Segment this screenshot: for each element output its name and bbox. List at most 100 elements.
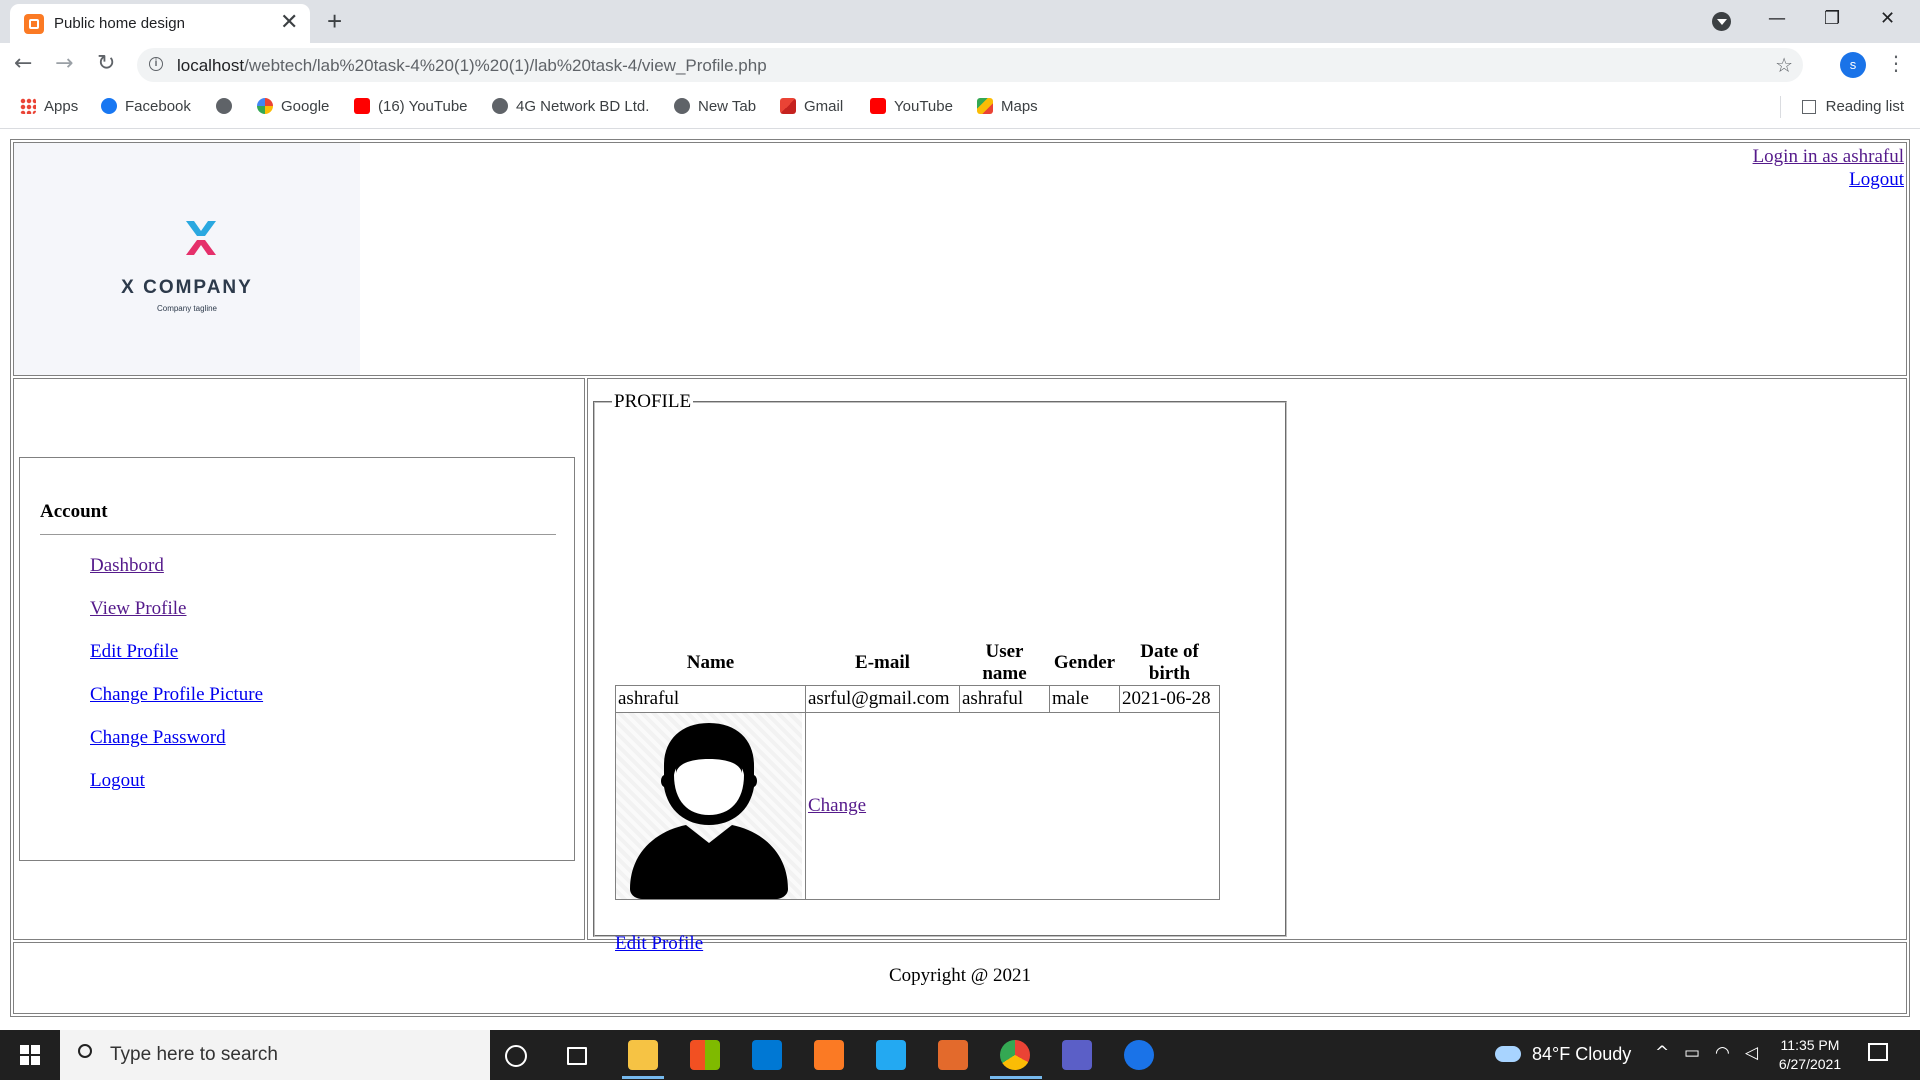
globe-icon xyxy=(216,98,232,114)
cortana-icon[interactable] xyxy=(505,1045,527,1067)
table-row: ashraful asrful@gmail.com ashraful male … xyxy=(615,685,1220,713)
browser-tab-strip: Public home design ✕ + — ❐ ✕ xyxy=(0,0,1920,43)
taskbar-clock[interactable]: 11:35 PM 6/27/2021 xyxy=(1770,1036,1850,1074)
file-explorer-icon[interactable] xyxy=(628,1040,658,1070)
profile-edit-link[interactable]: Edit Profile xyxy=(615,933,703,955)
table-row: Change xyxy=(615,712,1220,900)
forward-button[interactable]: → xyxy=(55,51,73,77)
cell-dob: 2021-06-28 xyxy=(1119,685,1220,713)
chrome-icon[interactable] xyxy=(1000,1040,1030,1070)
page-content: X COMPANY Company tagline Login in as as… xyxy=(0,129,1920,1030)
cell-name: ashraful xyxy=(615,685,806,713)
user-links: Login in as ashraful Logout xyxy=(1753,145,1904,191)
change-profile-picture-link[interactable]: Change Profile Picture xyxy=(90,684,263,705)
list-item: Logout xyxy=(90,770,263,813)
browser-tab[interactable]: Public home design ✕ xyxy=(10,4,310,43)
google-icon xyxy=(257,98,273,114)
weather-text[interactable]: 84°F Cloudy xyxy=(1532,1044,1631,1065)
column-header-username: User name xyxy=(982,641,1027,684)
list-item: Dashbord xyxy=(90,555,263,598)
notification-icon[interactable] xyxy=(1868,1043,1888,1061)
bookmarks-bar: Apps Facebook Google (16) YouTube 4G Net… xyxy=(0,86,1920,129)
profile-table: Name E-mail User name Gender Date of bir… xyxy=(615,641,1220,900)
bookmarks-divider xyxy=(1780,96,1781,118)
list-item: Change Password xyxy=(90,727,263,770)
account-links: Dashbord View Profile Edit Profile Chang… xyxy=(90,555,263,813)
list-item: Edit Profile xyxy=(90,641,263,684)
new-tab-button[interactable]: + xyxy=(327,6,342,36)
header-logout-link[interactable]: Logout xyxy=(1849,169,1904,190)
list-item: Change Profile Picture xyxy=(90,684,263,727)
battery-icon[interactable]: ▭ xyxy=(1684,1043,1700,1063)
active-indicator xyxy=(622,1076,664,1079)
clock-time: 11:35 PM xyxy=(1780,1037,1840,1053)
task-view-icon[interactable] xyxy=(567,1047,587,1065)
browser-toolbar: ← → ↻ i localhost/webtech/lab%20task-4%2… xyxy=(0,43,1920,86)
bookmark-youtube[interactable]: YouTube xyxy=(870,98,953,115)
restore-button[interactable]: ❐ xyxy=(1824,2,1840,36)
cell-username: ashraful xyxy=(959,685,1050,713)
close-window-button[interactable]: ✕ xyxy=(1880,2,1895,36)
company-logo: X COMPANY Company tagline xyxy=(14,143,360,375)
sidebar-logout-link[interactable]: Logout xyxy=(90,770,145,791)
wifi-icon[interactable]: ◠ xyxy=(1715,1043,1730,1063)
windows-start-icon[interactable] xyxy=(20,1045,40,1065)
browser-menu-icon[interactable]: ⋮ xyxy=(1886,51,1906,75)
gmail-icon xyxy=(780,98,796,114)
url-text[interactable]: localhost/webtech/lab%20task-4%20(1)%20(… xyxy=(177,56,767,76)
profile-picture xyxy=(616,713,802,899)
view-profile-link[interactable]: View Profile xyxy=(90,598,186,619)
copyright-text: Copyright @ 2021 xyxy=(888,965,1032,986)
maps-app-icon[interactable] xyxy=(1124,1040,1154,1070)
apps-icon xyxy=(20,98,36,114)
address-bar[interactable]: i localhost/webtech/lab%20task-4%20(1)%2… xyxy=(137,48,1803,82)
profile-picture-cell xyxy=(615,712,806,900)
logged-in-user-link[interactable]: Login in as ashraful xyxy=(1753,146,1904,167)
taskbar-search[interactable]: Type here to search xyxy=(60,1030,490,1080)
bookmark-gmail[interactable]: Gmail xyxy=(780,98,843,115)
bookmark-star-icon[interactable]: ☆ xyxy=(1775,53,1793,77)
bookmark-google[interactable]: Google xyxy=(257,98,329,115)
back-button[interactable]: ← xyxy=(14,51,32,77)
bookmark-facebook[interactable]: Facebook xyxy=(101,98,191,115)
logo-company-name: X COMPANY xyxy=(121,277,253,298)
volume-icon[interactable]: ◁ xyxy=(1745,1043,1758,1063)
teams-icon[interactable] xyxy=(1062,1040,1092,1070)
profile-avatar[interactable]: s xyxy=(1840,52,1866,78)
list-item: View Profile xyxy=(90,598,263,641)
main-content: PROFILE Name E-mail User name Gender Dat… xyxy=(587,378,1907,954)
bookmark-new-tab[interactable]: New Tab xyxy=(674,98,756,115)
store-icon[interactable] xyxy=(690,1040,720,1070)
user-silhouette-icon xyxy=(630,723,788,899)
reading-list-button[interactable]: Reading list xyxy=(1801,98,1904,115)
profile-legend: PROFILE xyxy=(614,391,692,412)
matlab-icon[interactable] xyxy=(938,1040,968,1070)
xampp-taskbar-icon[interactable] xyxy=(814,1040,844,1070)
bookmark-globe[interactable] xyxy=(216,98,240,115)
column-header-gender: Gender xyxy=(1053,652,1116,673)
bookmark-maps[interactable]: Maps xyxy=(977,98,1038,115)
dashboard-link[interactable]: Dashbord xyxy=(90,555,164,576)
youtube-icon xyxy=(354,98,370,114)
search-icon xyxy=(78,1044,92,1058)
page-footer: Copyright @ 2021 xyxy=(13,942,1907,1014)
reload-button[interactable]: ↻ xyxy=(97,51,115,77)
chevron-up-icon[interactable]: ^ xyxy=(1655,1043,1669,1063)
change-picture-link[interactable]: Change xyxy=(808,795,866,816)
facebook-icon xyxy=(101,98,117,114)
change-picture-cell: Change xyxy=(805,712,1220,900)
bookmark-apps[interactable]: Apps xyxy=(20,98,78,115)
account-divider xyxy=(40,534,556,535)
vscode-icon[interactable] xyxy=(876,1040,906,1070)
mail-icon[interactable] xyxy=(752,1040,782,1070)
xampp-icon xyxy=(24,14,44,34)
windows-taskbar: Type here to search 84°F Cloudy ^ ▭ ◠ ◁ … xyxy=(0,1030,1920,1080)
minimize-button[interactable]: — xyxy=(1768,2,1786,36)
site-info-icon[interactable]: i xyxy=(149,57,163,71)
tab-search-icon[interactable] xyxy=(1712,12,1731,31)
change-password-link[interactable]: Change Password xyxy=(90,727,226,748)
bookmark-youtube-16[interactable]: (16) YouTube xyxy=(354,98,468,115)
edit-profile-link[interactable]: Edit Profile xyxy=(90,641,178,662)
tab-close-icon[interactable]: ✕ xyxy=(280,10,298,34)
bookmark-4g-network[interactable]: 4G Network BD Ltd. xyxy=(492,98,649,115)
